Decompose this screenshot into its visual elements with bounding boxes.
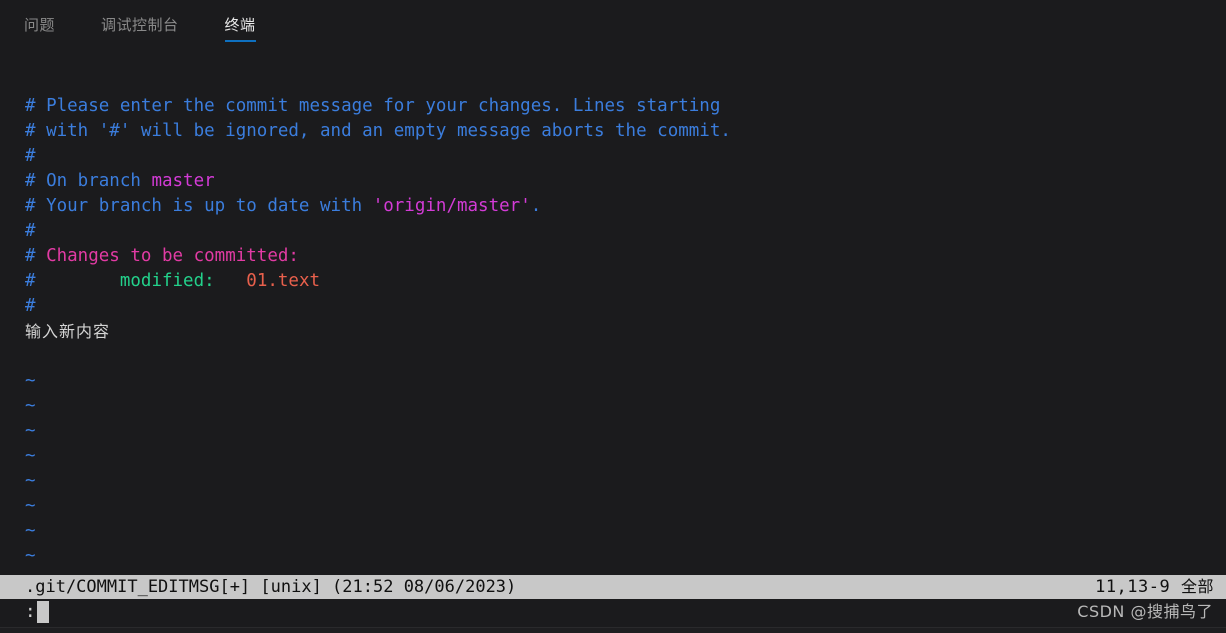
commit-message-input-text: 输入新内容 bbox=[25, 322, 111, 341]
modified-file-name: 01.text bbox=[246, 271, 321, 291]
tab-problems[interactable]: 问题 bbox=[24, 0, 55, 42]
branch-name: master bbox=[151, 171, 215, 191]
csdn-watermark: CSDN @搜捕鸟了 bbox=[1077, 602, 1213, 621]
vim-command-line[interactable]: : bbox=[0, 599, 1226, 625]
tab-debug-console-label: 调试控制台 bbox=[101, 17, 179, 34]
modified-line-prefix: # bbox=[25, 271, 36, 291]
vim-status-line: .git/COMMIT_EDITMSG[+] [unix] (21:52 08/… bbox=[0, 575, 1226, 599]
window-bottom-edge bbox=[0, 627, 1226, 633]
changes-line-prefix: # bbox=[25, 246, 47, 266]
upstream-line-suffix: . bbox=[530, 196, 542, 216]
modified-separator bbox=[215, 271, 247, 291]
tab-debug-console[interactable]: 调试控制台 bbox=[101, 0, 179, 42]
vim-status-position-group: 11,13-9 全部 bbox=[1095, 575, 1226, 599]
terminal-line: # bbox=[25, 221, 36, 241]
terminal-line-changes-header: # Changes to be committed: bbox=[25, 244, 1226, 269]
terminal-line: # bbox=[25, 146, 36, 166]
terminal-line-modified-file: # modified: 01.text bbox=[25, 269, 1226, 294]
vim-tilde-filler: ~ bbox=[25, 521, 36, 541]
branch-line-prefix: # On branch bbox=[25, 171, 152, 191]
tab-problems-label: 问题 bbox=[24, 17, 56, 34]
modified-line-indent bbox=[36, 271, 120, 291]
tab-terminal-label: 终端 bbox=[224, 17, 256, 34]
terminal-cursor bbox=[36, 601, 49, 623]
vim-cursor-position: 11,13-9 bbox=[1095, 577, 1171, 597]
vim-tilde-filler: ~ bbox=[25, 421, 36, 441]
vim-scroll-indicator: 全部 bbox=[1180, 577, 1214, 596]
vim-command-prompt-colon: : bbox=[25, 602, 36, 622]
vim-tilde-filler: ~ bbox=[25, 496, 36, 516]
terminal-line: # with '#' will be ignored, and an empty… bbox=[25, 121, 731, 141]
terminal-line-branch: # On branch master bbox=[25, 169, 1226, 194]
vim-tilde-filler: ~ bbox=[25, 446, 36, 466]
vim-tilde-filler: ~ bbox=[25, 396, 36, 416]
panel-tab-bar: 问题 调试控制台 终端 bbox=[0, 0, 1226, 47]
changes-header-text: Changes to be committed: bbox=[46, 246, 299, 266]
terminal-line-upstream: # Your branch is up to date with 'origin… bbox=[25, 194, 1226, 219]
vim-tilde-filler: ~ bbox=[25, 371, 36, 391]
vim-tilde-filler: ~ bbox=[25, 546, 36, 566]
vim-status-gap bbox=[1170, 577, 1181, 597]
terminal-output[interactable]: # Please enter the commit message for yo… bbox=[0, 47, 1226, 575]
modified-label: modified: bbox=[119, 271, 215, 291]
vim-status-filename: .git/COMMIT_EDITMSG[+] [unix] (21:52 08/… bbox=[25, 577, 517, 597]
upstream-remote-name: 'origin/master' bbox=[372, 196, 531, 216]
vim-tilde-filler: ~ bbox=[25, 471, 36, 491]
terminal-line: # Please enter the commit message for yo… bbox=[25, 96, 721, 116]
upstream-line-prefix: # Your branch is up to date with bbox=[25, 196, 373, 216]
terminal-line: # bbox=[25, 296, 36, 316]
tab-terminal[interactable]: 终端 bbox=[224, 0, 256, 42]
